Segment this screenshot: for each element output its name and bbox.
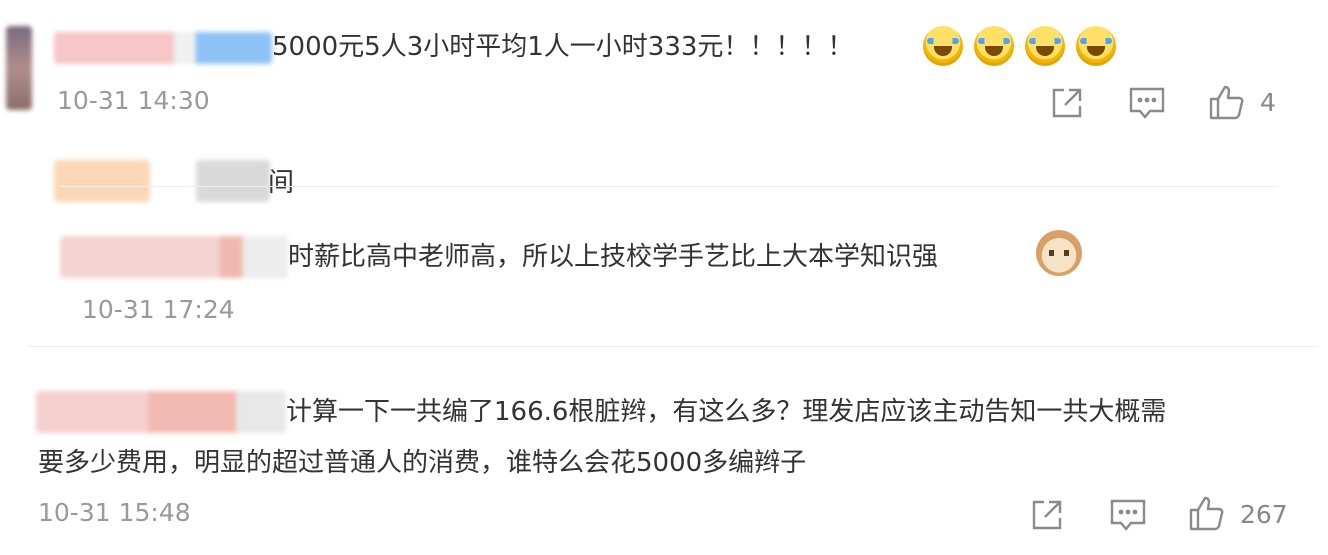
comment-icon[interactable] (1109, 497, 1147, 533)
comment-text-line2: 要多少费用，明显的超过普通人的消费，谁特么会花5000多编辫子 (38, 448, 807, 478)
reply-text: 时薪比高中老师高，所以上技校学手艺比上大本学知识强 (288, 242, 939, 272)
like-count: 267 (1240, 500, 1288, 529)
avatar[interactable] (6, 26, 32, 110)
username-blurred[interactable] (36, 391, 286, 433)
thumbs-up-icon[interactable] (1208, 83, 1246, 121)
reply-text-blurred (196, 160, 270, 202)
reply-username-blurred[interactable] (60, 236, 288, 278)
crying-laughing-emoji (1076, 26, 1116, 66)
emoji-row (923, 26, 1116, 70)
share-icon[interactable] (1029, 497, 1065, 533)
comment-timestamp: 10-31 14:30 (57, 86, 210, 115)
comment-icon[interactable] (1128, 85, 1166, 121)
comment-text-line1: 计算一下一共编了166.6根脏辫，有这么多？理发店应该主动告知一共大概需 (286, 397, 1167, 427)
reply-text: 间 (268, 168, 295, 198)
thumbs-up-icon[interactable] (1188, 494, 1226, 532)
reply-divider (60, 186, 1278, 187)
reply-username-blurred[interactable] (54, 160, 150, 202)
comment-timestamp: 10-31 15:48 (38, 498, 191, 527)
reply-timestamp: 10-31 17:24 (82, 295, 235, 324)
crying-laughing-emoji (1025, 26, 1065, 66)
comment-divider (28, 346, 1318, 347)
crying-laughing-emoji (923, 26, 963, 66)
crying-laughing-emoji (974, 26, 1014, 66)
username-blurred[interactable] (54, 32, 272, 64)
share-icon[interactable] (1049, 85, 1085, 121)
comment-text: 5000元5人3小时平均1人一小时333元！！！！！ (272, 32, 854, 62)
cat-emoji (1036, 230, 1082, 276)
like-count: 4 (1260, 88, 1276, 117)
